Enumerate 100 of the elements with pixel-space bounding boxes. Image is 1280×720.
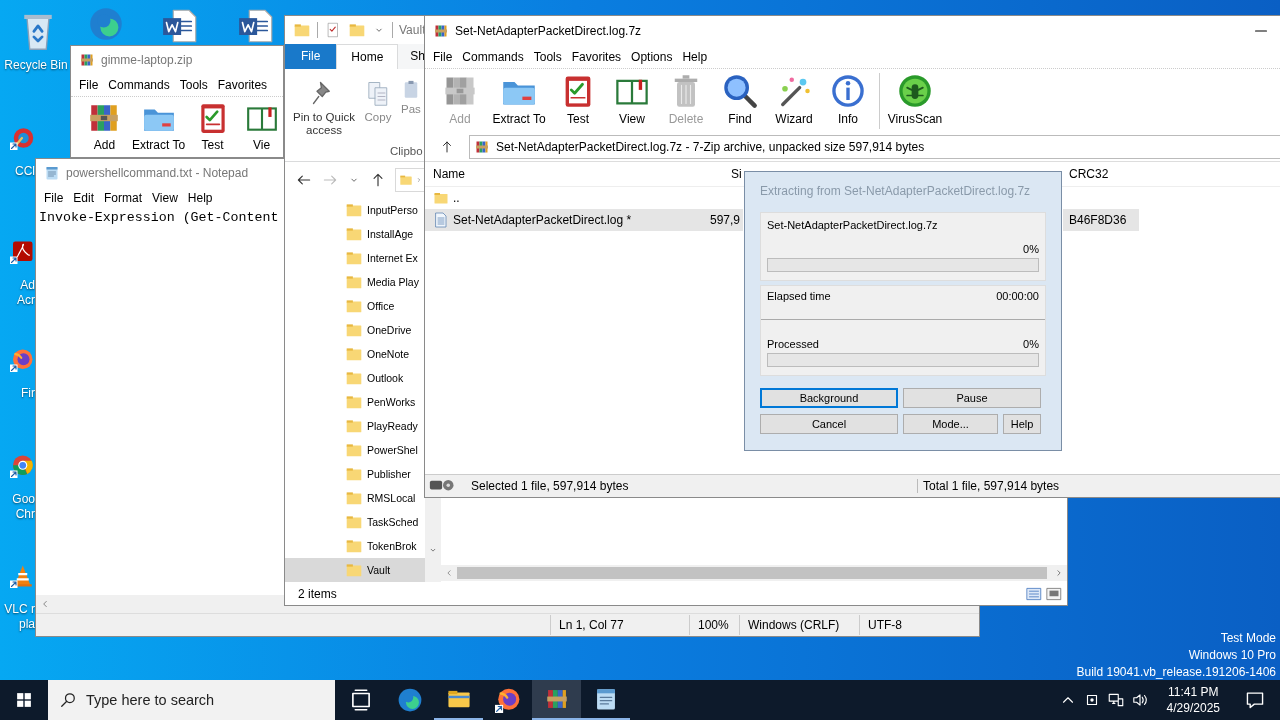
dialog-button[interactable]: Background bbox=[760, 388, 898, 408]
tree-item[interactable]: PowerShel bbox=[285, 438, 425, 462]
menu-item[interactable]: Commands bbox=[457, 50, 529, 64]
toolbar-button[interactable]: Test bbox=[551, 73, 605, 126]
ribbon-button[interactable]: Copy bbox=[359, 79, 397, 124]
file-row[interactable]: Set-NetAdapterPacketDirect.log * 597,9 bbox=[425, 209, 743, 231]
search-field[interactable]: Type here to search bbox=[48, 680, 335, 720]
cleaner-icon[interactable] bbox=[10, 126, 34, 150]
tree-item[interactable]: Vault bbox=[285, 558, 425, 582]
fox-browser-icon[interactable] bbox=[10, 348, 34, 372]
menu-item[interactable]: Edit bbox=[68, 191, 100, 205]
tree-item[interactable]: PlayReady bbox=[285, 414, 425, 438]
toolbar-button[interactable]: Vie bbox=[240, 101, 283, 152]
folder-icon bbox=[345, 369, 363, 387]
file-name: .. bbox=[453, 191, 460, 205]
dialog-button[interactable]: Help bbox=[1003, 414, 1041, 434]
document-icon bbox=[433, 212, 449, 228]
clock-time[interactable]: 11:41 PM bbox=[1168, 684, 1219, 700]
toolbar-button[interactable]: Info bbox=[821, 73, 875, 126]
fox-browser-icon bbox=[494, 687, 521, 713]
file-name: Set-NetAdapterPacketDirect.log * bbox=[453, 213, 632, 227]
folder-icon bbox=[345, 321, 363, 339]
folder-icon bbox=[345, 417, 363, 435]
bug-icon bbox=[897, 73, 933, 109]
window-title: Vault bbox=[399, 23, 426, 37]
pdf-app-icon[interactable] bbox=[10, 240, 34, 264]
document-icon[interactable] bbox=[238, 8, 274, 44]
folder-icon bbox=[345, 489, 363, 507]
file-row[interactable]: .. bbox=[425, 187, 743, 209]
archive-icon bbox=[474, 139, 490, 155]
app-icon bbox=[433, 23, 449, 39]
tree-item[interactable]: OneDrive bbox=[285, 318, 425, 342]
toolbar-button[interactable]: View bbox=[605, 73, 659, 126]
menu-item[interactable]: Tools bbox=[528, 50, 567, 64]
network-icon[interactable] bbox=[1106, 691, 1125, 709]
tree-item[interactable]: PenWorks bbox=[285, 390, 425, 414]
folder-icon bbox=[345, 513, 363, 531]
tree-item[interactable]: Internet Ex bbox=[285, 246, 425, 270]
toolbar-button[interactable]: Extract To bbox=[131, 101, 186, 152]
toolbar-button[interactable]: Add bbox=[83, 101, 126, 152]
menu-item[interactable]: View bbox=[147, 191, 183, 205]
file-name: Set-NetAdapterPacketDirect.log.7z bbox=[767, 219, 939, 231]
menu-item[interactable]: File bbox=[428, 50, 458, 64]
menu-item[interactable]: File bbox=[74, 78, 104, 92]
column-header[interactable]: Name bbox=[433, 167, 465, 181]
folder-icon bbox=[345, 297, 363, 315]
status-text: 2 items bbox=[298, 586, 337, 601]
menu-item[interactable]: Commands bbox=[103, 78, 175, 92]
tree-item[interactable]: RMSLocal bbox=[285, 486, 425, 510]
percent-text: 0% bbox=[1023, 243, 1039, 255]
ribbon-group-label: Clipbo bbox=[390, 145, 423, 157]
os-notice-text: Windows 10 Pro bbox=[1188, 647, 1276, 664]
notification-icon[interactable] bbox=[1244, 689, 1266, 711]
window-title: Set-NetAdapterPacketDirect.log.7z bbox=[455, 24, 642, 38]
os-notice-text: Build 19041.vb_release.191206-1406 bbox=[1076, 664, 1276, 681]
toolbar-button[interactable]: VirusScan bbox=[888, 73, 942, 126]
tree-item[interactable]: Publisher bbox=[285, 462, 425, 486]
tree-item[interactable]: Outlook bbox=[285, 366, 425, 390]
menu-item[interactable]: Favorites bbox=[212, 78, 273, 92]
dialog-button[interactable]: Cancel bbox=[760, 414, 898, 434]
status-text: Total 1 file, 597,914 bytes bbox=[917, 479, 1060, 493]
tree-item[interactable]: Office bbox=[285, 294, 425, 318]
window-title: gimme-laptop.zip bbox=[101, 53, 193, 67]
browser-icon[interactable] bbox=[10, 454, 34, 478]
cone-icon[interactable] bbox=[10, 564, 34, 588]
folder-icon bbox=[345, 273, 363, 291]
toolbar-button[interactable]: Extract To bbox=[487, 73, 551, 126]
ribbon-tab[interactable]: Home bbox=[336, 44, 399, 69]
document-icon[interactable] bbox=[162, 8, 198, 44]
tree-item[interactable]: InstallAge bbox=[285, 222, 425, 246]
window-title: powershellcommand.txt - Notepad bbox=[66, 166, 249, 180]
scrollbar-thumb[interactable] bbox=[457, 567, 1047, 579]
folder-icon bbox=[345, 249, 363, 267]
menu-item[interactable]: Help bbox=[677, 50, 713, 64]
tree-item[interactable]: OneNote bbox=[285, 342, 425, 366]
dialog-button[interactable]: Pause bbox=[903, 388, 1041, 408]
column-header[interactable]: Si bbox=[731, 167, 742, 181]
menu-item[interactable]: File bbox=[39, 191, 69, 205]
toolbar-button[interactable]: Test bbox=[191, 101, 235, 152]
tree-item[interactable]: InputPerso bbox=[285, 198, 425, 222]
toolbar-button[interactable]: Wizard bbox=[767, 73, 821, 126]
address-field[interactable]: Set-NetAdapterPacketDirect.log.7z - 7-Zip archive, unpacked size 597,914 bytes bbox=[469, 135, 1280, 159]
ribbon-tab[interactable]: File bbox=[285, 44, 337, 69]
menu-item[interactable]: Format bbox=[99, 191, 148, 205]
tree-item[interactable]: TokenBrok bbox=[285, 534, 425, 558]
dialog-button[interactable]: Mode... bbox=[903, 414, 998, 434]
menu-item[interactable]: Options bbox=[626, 50, 678, 64]
tree-item[interactable]: Media Play bbox=[285, 270, 425, 294]
menu-item[interactable]: Help bbox=[182, 191, 218, 205]
elapsed-label: Elapsed time bbox=[767, 290, 831, 302]
ribbon-button[interactable]: Pas bbox=[401, 79, 423, 116]
clock-date[interactable]: 4/29/2025 bbox=[1166, 700, 1220, 716]
menu-item[interactable]: Favorites bbox=[566, 50, 627, 64]
ribbon-button[interactable]: Pin to Quick access bbox=[291, 79, 357, 137]
toolbar-button[interactable]: Find bbox=[713, 73, 767, 126]
os-notice-text: Test Mode bbox=[1220, 630, 1276, 647]
menu-item[interactable]: Tools bbox=[174, 78, 213, 92]
ribbon-tab[interactable]: Sh bbox=[398, 44, 427, 69]
tree-item[interactable]: TaskSched bbox=[285, 510, 425, 534]
column-header[interactable]: CRC32 bbox=[1069, 167, 1109, 181]
